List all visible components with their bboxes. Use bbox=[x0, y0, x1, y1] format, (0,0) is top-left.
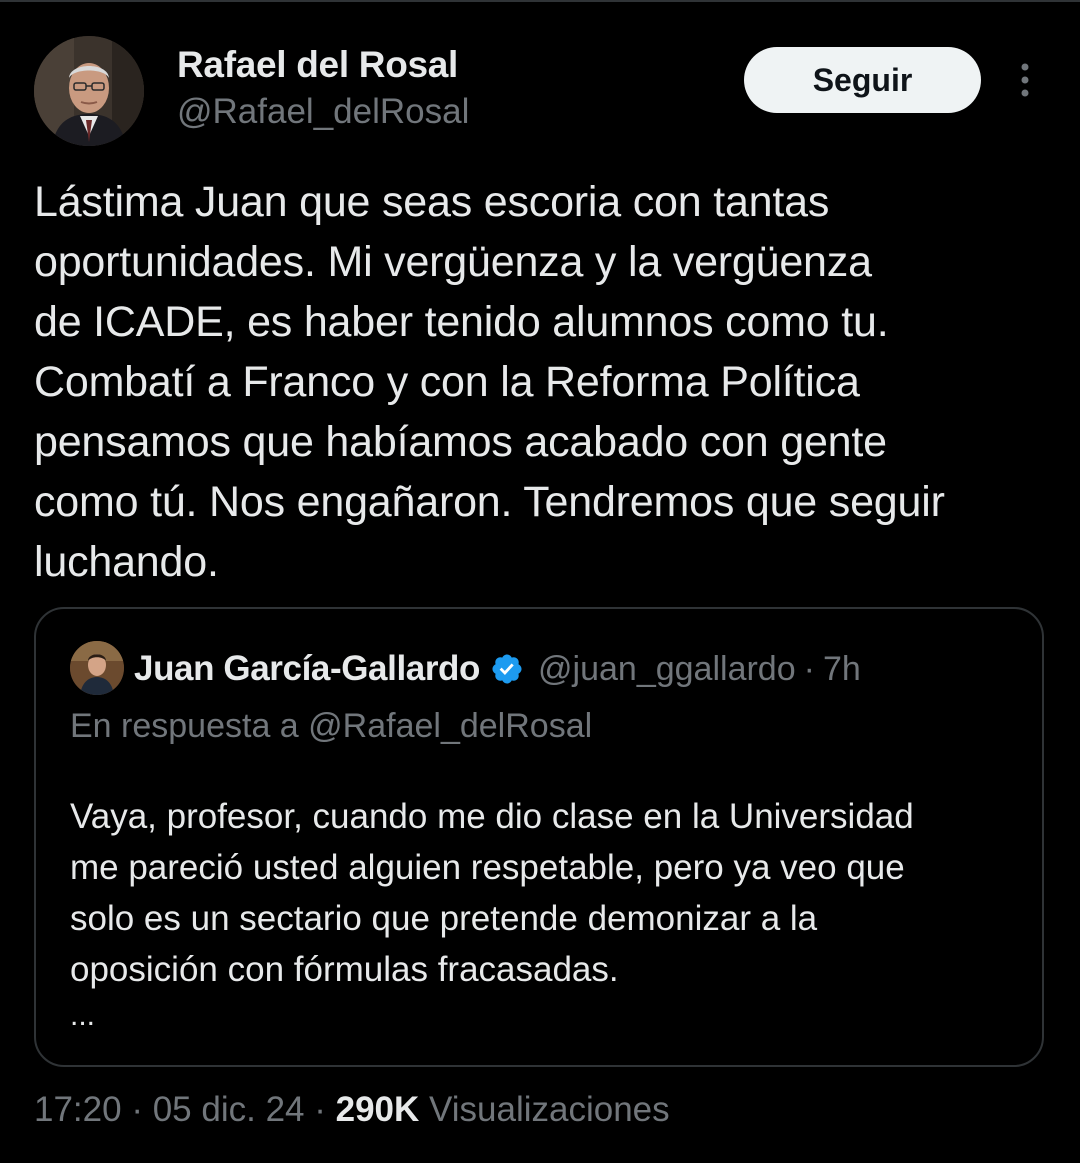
tweet-time[interactable]: 17:20 bbox=[34, 1090, 122, 1129]
tweet-text-line: Combatí a Franco y con la Reforma Políti… bbox=[34, 358, 860, 406]
author-name[interactable]: Rafael del Rosal bbox=[177, 44, 458, 86]
author-avatar[interactable] bbox=[34, 36, 144, 146]
verified-badge-icon bbox=[492, 654, 522, 684]
quote-ellipsis: ... bbox=[70, 999, 96, 1032]
views-count[interactable]: 290K bbox=[336, 1090, 420, 1129]
meta-separator: · bbox=[314, 1090, 326, 1129]
quote-text-line: oposición con fórmulas fracasadas. bbox=[70, 950, 619, 989]
meta-separator: · bbox=[131, 1090, 143, 1129]
quote-text: Vaya, profesor, cuando me dio clase en l… bbox=[70, 791, 1020, 995]
tweet-text-line: oportunidades. Mi vergüenza y la vergüen… bbox=[34, 238, 872, 286]
author-handle[interactable]: @Rafael_delRosal bbox=[177, 92, 469, 132]
quote-reply-context: En respuesta a @Rafael_delRosal bbox=[70, 707, 593, 745]
tweet-date[interactable]: 05 dic. 24 bbox=[153, 1090, 305, 1129]
quote-header: Juan García-Gallardo @juan_ggallardo · 7… bbox=[134, 645, 861, 693]
quote-text-line: Vaya, profesor, cuando me dio clase en l… bbox=[70, 797, 914, 836]
tweet-meta: 17:20 · 05 dic. 24 · 290K Visualizacione… bbox=[34, 1090, 670, 1130]
quote-author-name[interactable]: Juan García-Gallardo bbox=[134, 649, 480, 689]
quote-author-handle[interactable]: @juan_ggallardo bbox=[538, 650, 796, 689]
quoted-tweet-card[interactable]: Juan García-Gallardo @juan_ggallardo · 7… bbox=[34, 607, 1044, 1067]
tweet-text-line: Lástima Juan que seas escoria con tantas bbox=[34, 178, 830, 226]
tweet-text: Lástima Juan que seas escoria con tantas… bbox=[34, 172, 1044, 592]
author-photo-icon bbox=[34, 36, 144, 146]
quote-text-line: me pareció usted alguien respetable, per… bbox=[70, 848, 905, 887]
tweet-text-line: de ICADE, es haber tenido alumnos como t… bbox=[34, 298, 889, 346]
quote-author-photo-icon bbox=[70, 641, 124, 695]
views-label[interactable]: Visualizaciones bbox=[429, 1090, 670, 1129]
quote-timestamp[interactable]: 7h bbox=[823, 650, 861, 689]
quote-separator: · bbox=[803, 649, 815, 688]
quote-text-line: solo es un sectario que pretende demoniz… bbox=[70, 899, 818, 938]
tweet-text-line: pensamos que habíamos acabado con gente bbox=[34, 418, 887, 466]
tweet-text-line: como tú. Nos engañaron. Tendremos que se… bbox=[34, 478, 945, 526]
follow-button[interactable]: Seguir bbox=[744, 47, 981, 113]
quote-author-avatar[interactable] bbox=[70, 641, 124, 695]
tweet-text-line: luchando. bbox=[34, 538, 219, 586]
top-divider bbox=[0, 0, 1080, 2]
more-vertical-icon[interactable] bbox=[1010, 60, 1040, 100]
